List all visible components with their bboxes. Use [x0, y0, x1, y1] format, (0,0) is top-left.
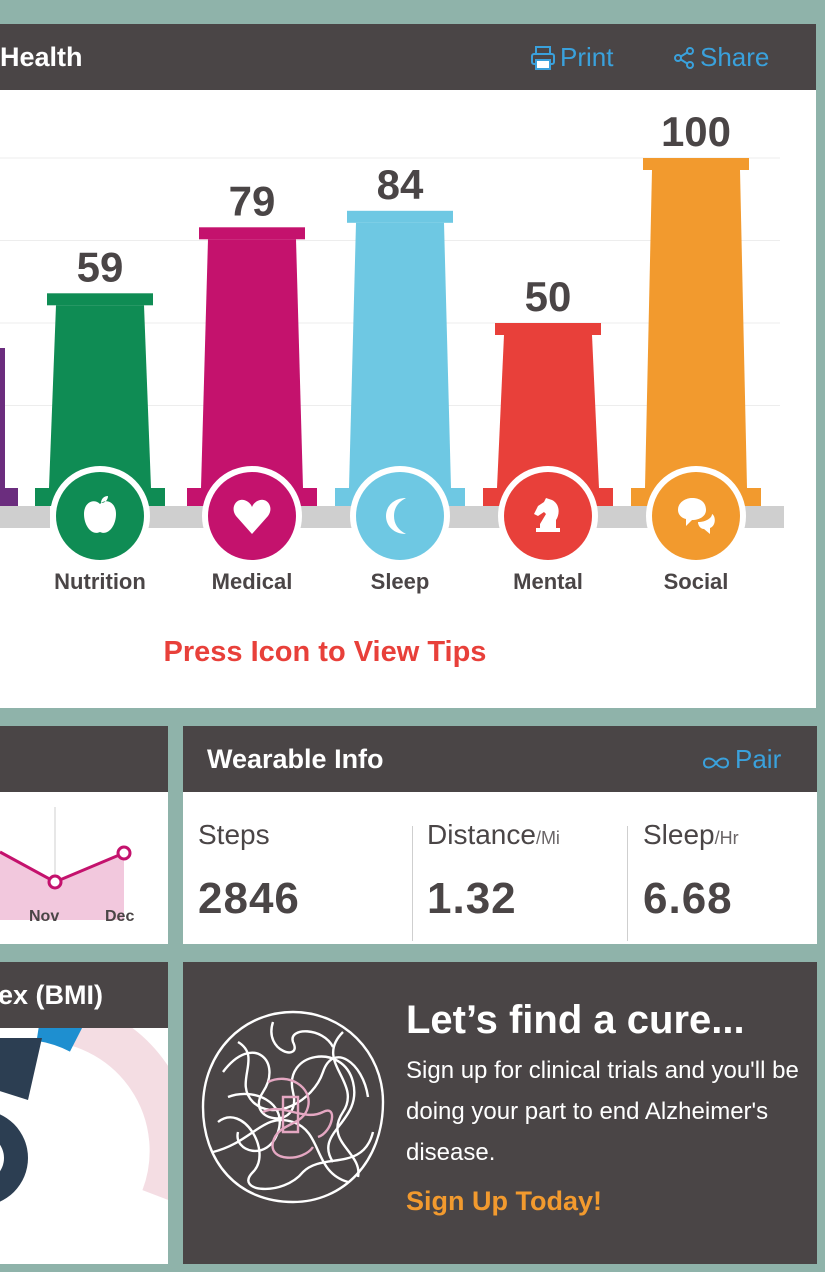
- bar-cap: [347, 210, 453, 223]
- bmi-header: ex (BMI): [0, 962, 168, 1028]
- bar-medical: [201, 239, 303, 488]
- wearable-title: Wearable Info: [207, 744, 384, 774]
- bar-mental: [497, 335, 599, 488]
- moon-icon[interactable]: [350, 466, 450, 566]
- print-label: Print: [560, 42, 614, 72]
- bar-cap: [495, 323, 601, 335]
- chart-track: [596, 506, 648, 528]
- share-label: Share: [700, 42, 770, 72]
- month-label-nov: Nov: [29, 908, 60, 925]
- tips-hint: Press Icon to View Tips: [163, 636, 487, 668]
- bmi-title: ex (BMI): [0, 980, 104, 1010]
- month-label-dec: Dec: [105, 908, 135, 925]
- infinity-icon: [702, 757, 730, 769]
- health-header: Health Print Share: [0, 24, 816, 90]
- category-label-social: Social: [663, 569, 729, 594]
- bar-cap: [199, 227, 305, 240]
- bar-value-label: 84: [377, 161, 424, 208]
- trend-panel: [0, 726, 168, 944]
- cure-description: Sign up for clinical trials and you'll b…: [406, 1057, 799, 1166]
- sign-up-link[interactable]: Sign Up Today!: [406, 1186, 602, 1217]
- bar-sleep: [349, 222, 451, 489]
- bmi-gauge-arc: [39, 1028, 168, 1200]
- chess-knight-icon[interactable]: [498, 466, 598, 566]
- bar-value-label: 50: [525, 273, 572, 320]
- wearable-header: Wearable Info Pair: [183, 726, 817, 792]
- bmi-panel: ex (BMI): [0, 962, 168, 1264]
- trend-point-nov: [47, 874, 63, 890]
- apple-icon[interactable]: [50, 466, 150, 566]
- pair-label: Pair: [735, 744, 782, 774]
- bar-cap: [643, 158, 749, 170]
- sleep-label: Sleep/Hr: [643, 819, 739, 850]
- wearable-panel: Wearable Info Pair Steps 2846 Distance/M…: [183, 726, 817, 944]
- bmi-needle-hub: [0, 1114, 28, 1202]
- bar-value-label: 59: [77, 243, 124, 290]
- metric-divider: [627, 826, 628, 941]
- share-icon: [674, 47, 694, 69]
- health-title: Health: [0, 42, 83, 72]
- heart-icon[interactable]: [202, 466, 302, 566]
- chart-track: [300, 506, 352, 528]
- category-label-nutrition: Nutrition: [54, 569, 146, 594]
- chat-bubbles-icon[interactable]: [646, 466, 746, 566]
- chart-track: [744, 506, 784, 528]
- bar-partial: [0, 348, 5, 488]
- distance-label: Distance/Mi: [427, 819, 560, 850]
- health-panel: Health Print Share 59 79 84 50 100 Nutrition…: [0, 24, 816, 708]
- clinical-trials-promo: Let’s find a cure... Sign up for clinica…: [183, 962, 817, 1264]
- bar-social: [645, 170, 747, 488]
- chart-track: [448, 506, 500, 528]
- trend-header: [0, 726, 168, 792]
- steps-label: Steps: [198, 819, 270, 850]
- bar-value-label: 100: [661, 108, 731, 155]
- share-button[interactable]: Share: [672, 42, 769, 72]
- sleep-value: 6.68: [643, 874, 733, 923]
- bmi-needle: [0, 1038, 42, 1100]
- category-label-mental: Mental: [513, 569, 583, 594]
- health-bar-chart: 59 79 84 50 100: [0, 108, 784, 566]
- steps-value: 2846: [198, 874, 300, 923]
- distance-value: 1.32: [427, 874, 517, 923]
- chart-track: [0, 506, 50, 528]
- bmi-gauge-arc-segment: [35, 1028, 83, 1052]
- metric-divider: [412, 826, 413, 941]
- chart-track: [148, 506, 204, 528]
- trend-line-chart: [0, 807, 132, 920]
- bmi-gauge: [0, 1028, 168, 1202]
- printer-icon: [531, 46, 555, 70]
- bar-nutrition: [49, 305, 151, 488]
- category-label-sleep: Sleep: [370, 569, 430, 594]
- bar-cap: [47, 293, 153, 306]
- pair-button[interactable]: Pair: [701, 744, 781, 774]
- trend-point-dec: [116, 845, 132, 861]
- category-label-medical: Medical: [211, 569, 293, 594]
- cure-title: Let’s find a cure...: [406, 998, 745, 1042]
- bar-value-label: 79: [229, 177, 276, 224]
- tangled-brain-icon: [201, 1010, 385, 1204]
- print-button[interactable]: Print: [530, 42, 613, 72]
